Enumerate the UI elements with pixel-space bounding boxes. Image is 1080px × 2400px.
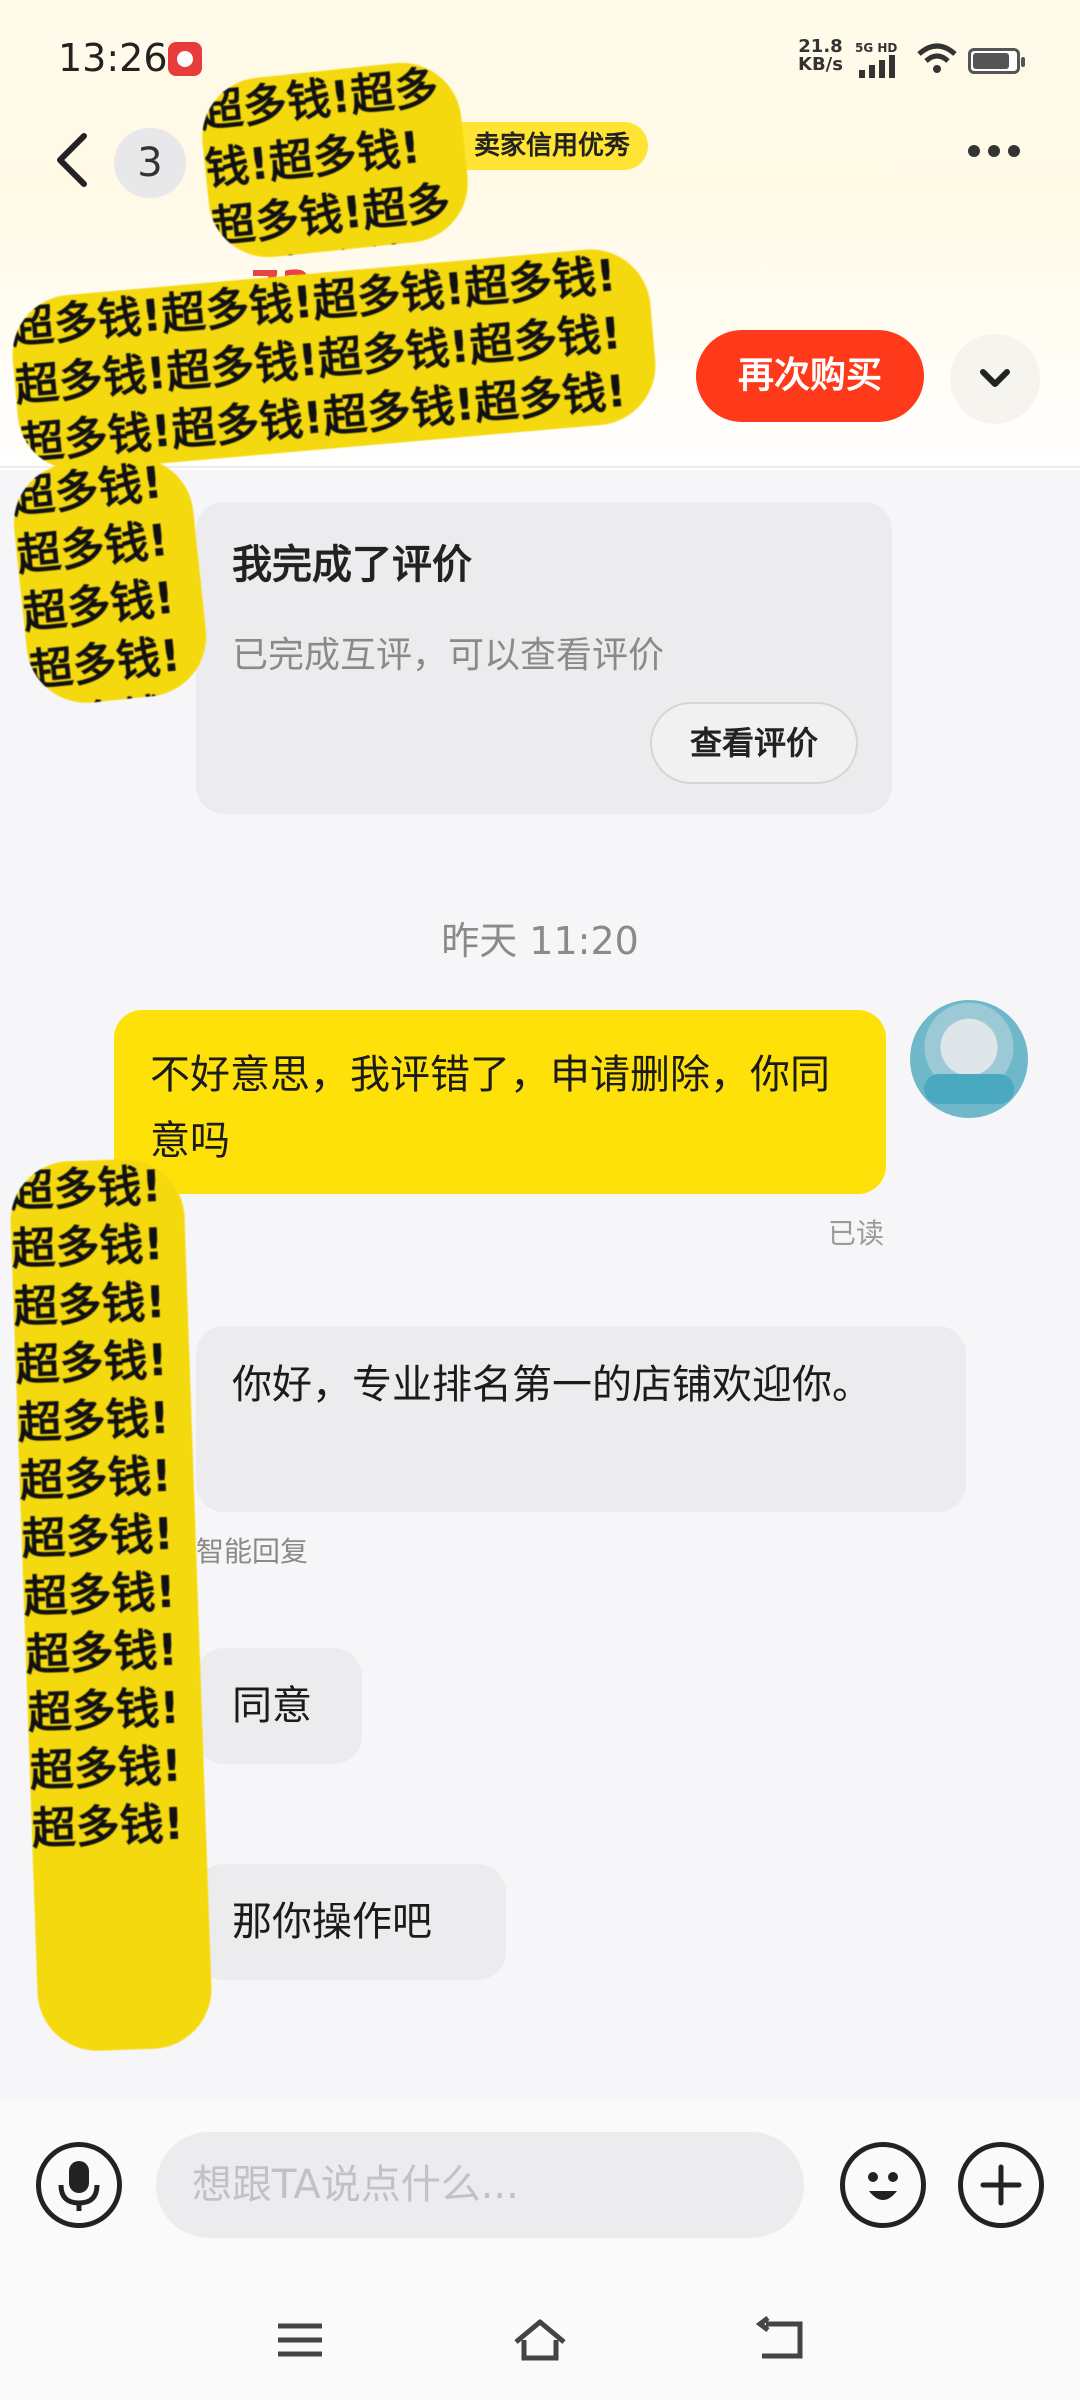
notification-app-icon (168, 42, 202, 76)
return-icon[interactable] (752, 2316, 808, 2364)
rebuy-button[interactable]: 再次购买 (696, 330, 924, 422)
privacy-scribble-top: 超多钱!超多钱!超多钱!超多钱!超多钱!超多钱!超多钱!超多钱!超多钱!超多钱!… (196, 56, 474, 264)
seller-message-bubble[interactable]: 那你操作吧 (196, 1864, 506, 1980)
avatar[interactable] (910, 1000, 1028, 1118)
review-card: 我完成了评价 已完成互评，可以查看评价 查看评价 (196, 502, 892, 814)
unread-count-badge[interactable]: 3 (114, 128, 186, 198)
net-speed-unit: KB/s (798, 54, 843, 75)
privacy-scribble-seller: 超多钱!超多钱!超多钱!超多钱!超多钱!超多钱!超多钱!超多钱!超多钱!超多钱!… (8, 1157, 214, 2053)
signal-icon: 5G HD (855, 41, 897, 78)
my-message-bubble[interactable]: 不好意思，我评错了，申请删除，你同意吗 (114, 1010, 886, 1194)
battery-icon (968, 48, 1025, 74)
seller-message-bubble[interactable]: 你好，专业排名第一的店铺欢迎你。 (196, 1326, 966, 1512)
plus-icon[interactable] (958, 2142, 1044, 2228)
privacy-scribble-avatar: 超多钱!超多钱!超多钱!超多钱!超多钱!超多钱!超多钱!超多钱!超多钱!超多钱!… (7, 451, 213, 709)
svg-text:5G HD: 5G HD (855, 41, 897, 55)
seller-message-bubble[interactable]: 同意 (196, 1648, 362, 1764)
back-icon[interactable] (52, 130, 92, 190)
view-review-button[interactable]: 查看评价 (650, 702, 858, 784)
seller-credit-tag: 卖家信用优秀 (440, 122, 649, 170)
review-card-subtitle: 已完成互评，可以查看评价 (232, 635, 665, 676)
home-icon[interactable] (512, 2316, 568, 2364)
smart-reply-label: 智能回复 (196, 1535, 309, 1568)
wifi-icon (917, 43, 957, 73)
expand-item-button[interactable] (950, 334, 1040, 424)
read-status: 已读 (828, 1217, 885, 1250)
chat-timestamp: 昨天 11:20 (441, 919, 639, 963)
status-time: 13:26 (58, 36, 168, 80)
emoji-icon[interactable] (840, 2142, 926, 2228)
more-icon[interactable] (968, 142, 1032, 166)
message-input[interactable]: 想跟TA说点什么... (156, 2132, 804, 2238)
chevron-down-icon (980, 369, 1010, 387)
review-card-title: 我完成了评价 (232, 542, 472, 588)
menu-icon[interactable] (272, 2316, 328, 2364)
mic-icon[interactable] (36, 2142, 122, 2228)
status-bar: 13:26 21.8 KB/s 5G HD (0, 0, 1080, 110)
net-speed: 21.8 KB/s (798, 38, 843, 74)
